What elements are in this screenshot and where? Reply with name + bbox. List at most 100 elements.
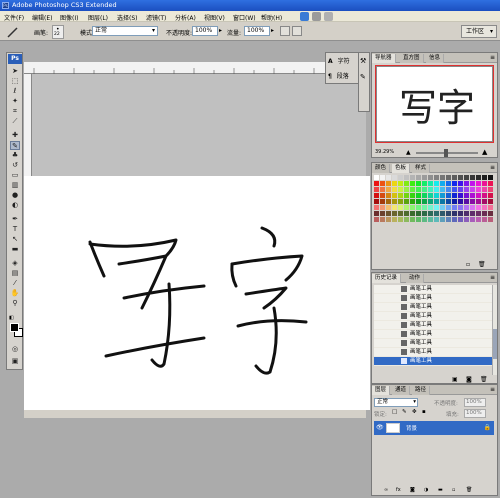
color-swatch[interactable] (482, 181, 487, 186)
color-swatch[interactable] (374, 175, 379, 180)
color-swatch[interactable] (470, 211, 475, 216)
color-swatch[interactable] (452, 217, 457, 222)
color-swatch[interactable] (416, 181, 421, 186)
tab-info[interactable]: 信息 (426, 54, 445, 63)
color-swatch[interactable] (458, 187, 463, 192)
color-swatch[interactable] (464, 175, 469, 180)
hand-icon[interactable] (324, 12, 333, 21)
color-swatch[interactable] (398, 217, 403, 222)
tab-layers[interactable]: 图层 (372, 386, 391, 395)
new-swatch-icon[interactable]: ▫ (466, 261, 470, 268)
history-item[interactable]: 画笔工具 (374, 285, 492, 294)
color-swatch[interactable] (374, 199, 379, 204)
color-swatch[interactable] (422, 211, 427, 216)
color-swatch[interactable] (488, 193, 493, 198)
color-swatch[interactable] (488, 187, 493, 192)
color-swatch[interactable] (416, 205, 421, 210)
new-layer-icon[interactable]: ▫ (452, 487, 455, 493)
color-swatch[interactable] (470, 193, 475, 198)
color-swatch[interactable] (464, 211, 469, 216)
history-brush-tool-icon[interactable]: ↺ (10, 161, 20, 170)
color-swatch[interactable] (440, 181, 445, 186)
color-swatch[interactable] (386, 199, 391, 204)
color-swatch[interactable] (464, 181, 469, 186)
color-swatch[interactable] (458, 199, 463, 204)
opacity-dropdown-icon[interactable]: ▸ (219, 27, 222, 34)
panel-menu-icon[interactable]: ≡ (490, 164, 495, 171)
tab-swatches[interactable]: 色板 (392, 164, 411, 173)
flow-field[interactable]: 100% (244, 26, 270, 36)
layer-mask-icon[interactable]: ◙ (410, 487, 415, 493)
color-swatch[interactable] (416, 193, 421, 198)
color-swatch[interactable] (422, 181, 427, 186)
color-swatch[interactable] (410, 187, 415, 192)
history-item[interactable]: 画笔工具 (374, 348, 492, 357)
color-swatch[interactable] (446, 217, 451, 222)
character-panel-button[interactable]: A 字符 (328, 56, 350, 65)
lock-all-icon[interactable]: ▪ (422, 409, 426, 415)
navigator-zoom[interactable]: 39.29% (375, 149, 394, 155)
magic-wand-tool-icon[interactable]: ✦ (10, 97, 20, 106)
color-swatch[interactable] (404, 175, 409, 180)
crop-tool-icon[interactable]: ⌗ (10, 107, 20, 116)
history-scrollbar[interactable] (492, 285, 497, 375)
color-swatch[interactable] (458, 175, 463, 180)
color-swatch[interactable] (428, 211, 433, 216)
color-swatch[interactable] (476, 193, 481, 198)
workspace-button[interactable]: 工作区 ▾ (461, 25, 497, 38)
color-swatch[interactable] (404, 193, 409, 198)
color-swatch[interactable] (464, 205, 469, 210)
color-swatch[interactable] (404, 181, 409, 186)
color-swatch[interactable] (404, 205, 409, 210)
color-swatch[interactable] (392, 211, 397, 216)
adjustment-layer-icon[interactable]: ◑ (424, 487, 428, 493)
menu-help[interactable]: 帮助(H) (261, 13, 282, 22)
panel-menu-icon[interactable]: ≡ (490, 274, 495, 281)
color-swatch[interactable] (410, 217, 415, 222)
color-swatch[interactable] (392, 199, 397, 204)
color-swatch[interactable] (488, 181, 493, 186)
color-swatch[interactable] (374, 181, 379, 186)
tab-navigator[interactable]: 导航器 (372, 54, 396, 63)
move-tool-icon[interactable]: ➤ (10, 67, 20, 76)
brush-palette-icon[interactable] (292, 26, 302, 36)
color-swatch[interactable] (470, 175, 475, 180)
color-swatch[interactable] (386, 187, 391, 192)
color-swatch[interactable] (434, 199, 439, 204)
color-swatch[interactable] (410, 175, 415, 180)
tab-histogram[interactable]: 直方图 (400, 54, 424, 63)
color-swatch[interactable] (446, 175, 451, 180)
history-item[interactable]: 画笔工具 (374, 330, 492, 339)
color-swatch[interactable] (422, 187, 427, 192)
color-swatch[interactable] (380, 217, 385, 222)
color-swatch[interactable] (452, 175, 457, 180)
color-swatch[interactable] (374, 217, 379, 222)
color-swatch[interactable] (404, 187, 409, 192)
color-swatch[interactable] (488, 205, 493, 210)
type-tool-icon[interactable]: T (10, 225, 20, 234)
delete-state-icon[interactable]: 🗑 (480, 376, 488, 383)
color-swatch[interactable] (398, 181, 403, 186)
airbrush-icon[interactable] (280, 26, 290, 36)
tool-presets-icon[interactable]: ⚒ (360, 57, 366, 65)
color-swatch[interactable] (392, 181, 397, 186)
color-swatch[interactable] (398, 187, 403, 192)
eyedropper-tool-icon[interactable]: ⁄ (10, 279, 20, 288)
tab-styles[interactable]: 样式 (412, 164, 431, 173)
history-item[interactable]: 画笔工具 (374, 312, 492, 321)
color-swatch[interactable] (404, 199, 409, 204)
color-swatch[interactable] (452, 211, 457, 216)
color-swatch[interactable] (392, 175, 397, 180)
color-swatch[interactable] (410, 199, 415, 204)
color-swatch[interactable] (488, 199, 493, 204)
menu-filter[interactable]: 滤镜(T) (146, 13, 166, 22)
color-swatch[interactable] (446, 211, 451, 216)
paragraph-panel-button[interactable]: ¶ 段落 (328, 71, 349, 80)
color-swatch[interactable] (374, 187, 379, 192)
eye-icon[interactable]: 👁 (376, 424, 384, 431)
color-swatch[interactable] (428, 175, 433, 180)
flow-dropdown-icon[interactable]: ▸ (271, 27, 274, 34)
color-swatch[interactable] (422, 193, 427, 198)
clone-stamp-tool-icon[interactable]: ♣ (10, 151, 20, 160)
color-swatch[interactable] (488, 175, 493, 180)
